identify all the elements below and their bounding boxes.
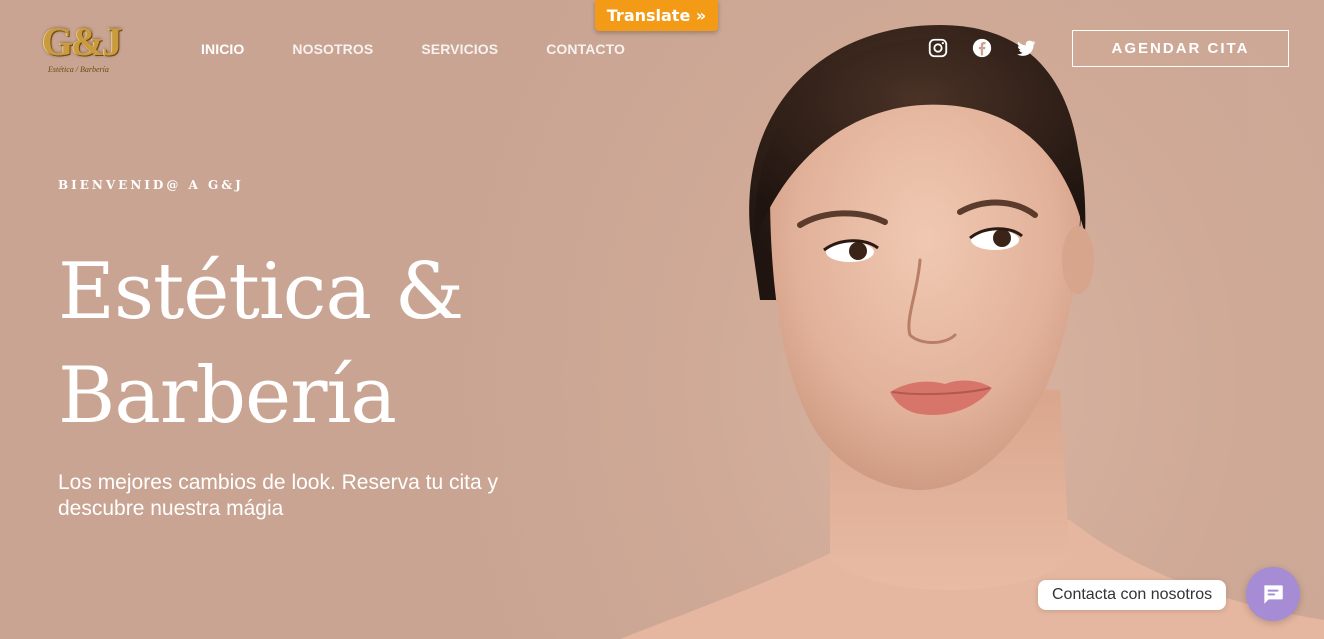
translate-button[interactable]: Translate » <box>595 0 718 31</box>
facebook-icon[interactable] <box>971 37 993 59</box>
nav-item-contacto[interactable]: CONTACTO <box>546 41 625 57</box>
nav-item-servicios[interactable]: SERVICIOS <box>421 41 498 57</box>
instagram-icon[interactable] <box>927 37 949 59</box>
chat-button[interactable] <box>1246 567 1300 621</box>
nav-item-inicio[interactable]: INICIO <box>201 41 244 57</box>
logo-mark: G&J <box>42 19 122 64</box>
agendar-cita-button[interactable]: AGENDAR CITA <box>1072 30 1289 67</box>
twitter-icon[interactable] <box>1015 37 1037 59</box>
hero-headline-line-1: Estética & <box>58 247 464 337</box>
hero-headline-line-2: Barbería <box>58 351 397 441</box>
hero-portrait-image <box>620 25 1324 639</box>
logo-tagline: Estética / Barbería <box>48 65 109 74</box>
site-logo[interactable]: G&J Estética / Barbería <box>40 20 124 80</box>
nav-item-nosotros[interactable]: NOSOTROS <box>292 41 373 57</box>
hero-eyebrow: BIENVENID@ A G&J <box>58 178 244 192</box>
chat-label[interactable]: Contacta con nosotros <box>1038 580 1227 610</box>
hero-subtext: Los mejores cambios de look. Reserva tu … <box>58 471 499 520</box>
main-nav: INICIO NOSOTROS SERVICIOS CONTACTO <box>201 41 673 57</box>
social-links <box>927 37 1037 59</box>
chat-icon <box>1264 585 1283 604</box>
hero-headline: Estética & Barbería <box>58 240 578 448</box>
